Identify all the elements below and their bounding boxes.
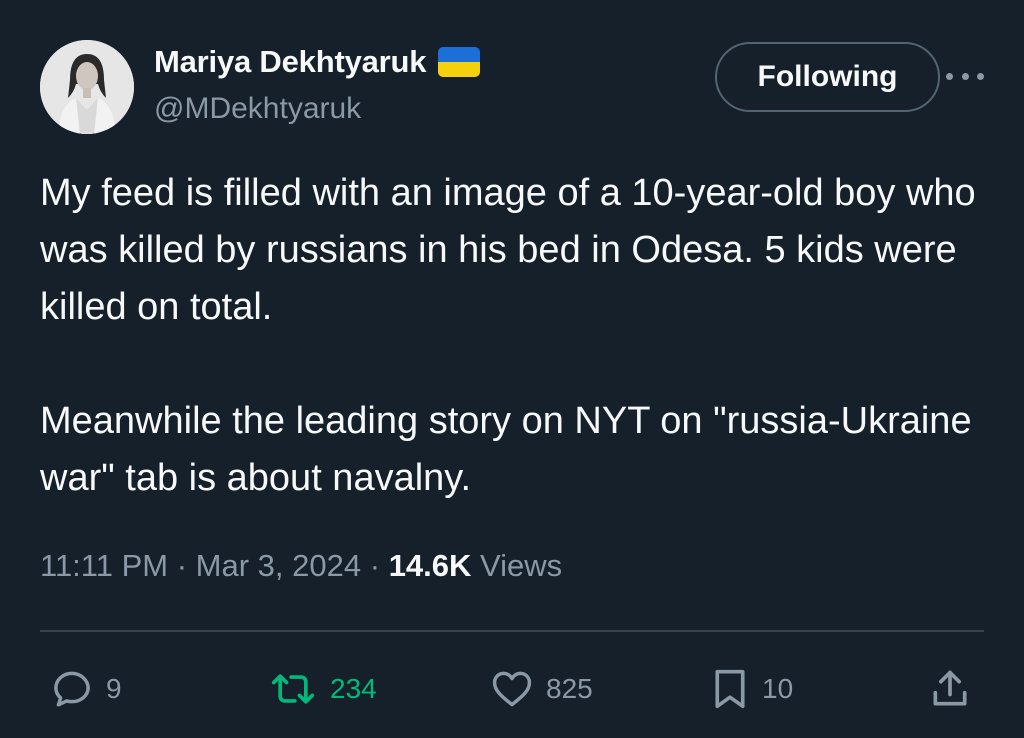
- like-count: 825: [546, 673, 593, 704]
- share-button[interactable]: [928, 666, 972, 712]
- retweet-icon: [271, 674, 315, 704]
- share-icon: [933, 670, 967, 706]
- avatar-image: [40, 40, 134, 134]
- meta-separator: ·: [369, 548, 381, 583]
- tweet-text: My feed is filled with an image of a 10-…: [40, 172, 976, 499]
- views-count[interactable]: 14.6K: [389, 548, 472, 583]
- following-button[interactable]: Following: [715, 42, 940, 112]
- views-label: Views: [480, 548, 563, 583]
- tweet-date[interactable]: Mar 3, 2024: [196, 548, 361, 583]
- ukraine-flag-icon: [438, 47, 481, 77]
- retweet-count: 234: [330, 673, 377, 704]
- heart-icon: [492, 671, 532, 707]
- reply-button[interactable]: 9: [50, 666, 122, 712]
- avatar[interactable]: [40, 40, 134, 134]
- reply-icon: [54, 671, 90, 707]
- bookmark-icon: [715, 669, 745, 709]
- tweet-meta: 11:11 PM · Mar 3, 2024 · 14.6K Views: [40, 548, 562, 584]
- bookmark-button[interactable]: 10: [710, 666, 793, 712]
- more-options-icon[interactable]: [946, 66, 984, 86]
- like-button[interactable]: 825: [490, 666, 593, 712]
- author-name[interactable]: Mariya Dekhtyaruk: [154, 44, 426, 80]
- author-name-row: Mariya Dekhtyaruk: [154, 44, 481, 80]
- bookmark-count: 10: [762, 673, 794, 704]
- retweet-button[interactable]: 234: [268, 666, 377, 712]
- author-handle[interactable]: @MDekhtyaruk: [154, 92, 361, 126]
- meta-separator: ·: [176, 548, 188, 583]
- reply-count: 9: [106, 673, 122, 704]
- tweet-time[interactable]: 11:11 PM: [40, 548, 168, 583]
- divider: [40, 630, 984, 632]
